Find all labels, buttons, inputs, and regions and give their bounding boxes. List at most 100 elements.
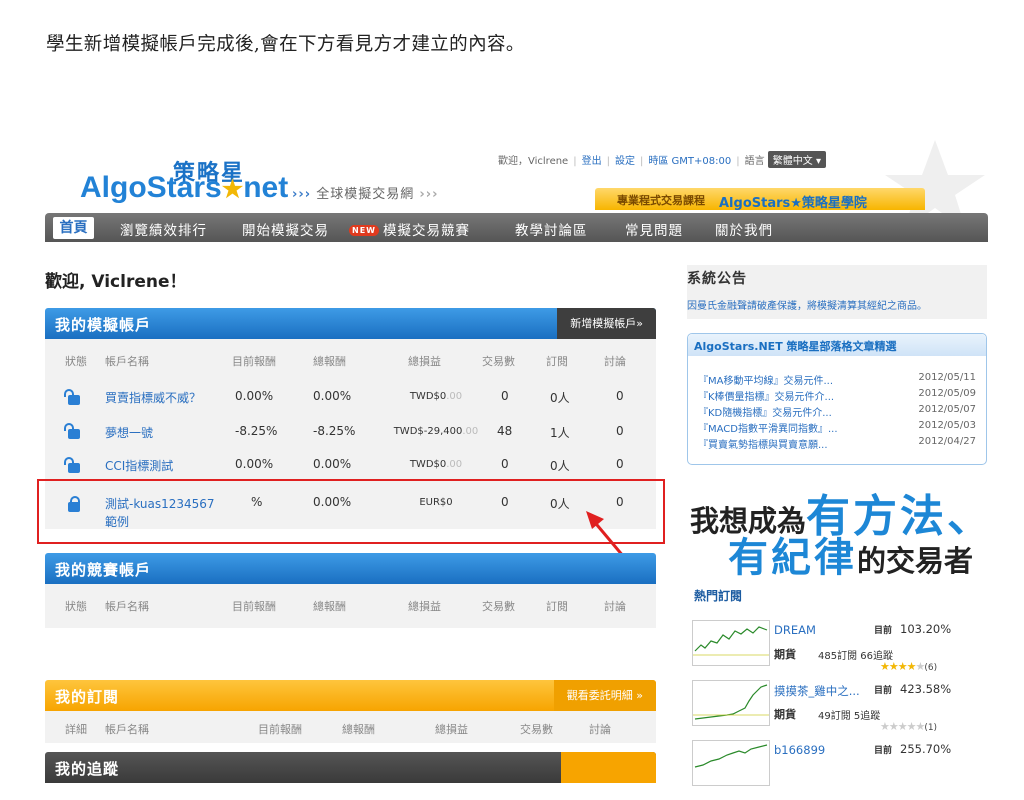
nav-start-trading[interactable]: 開始模擬交易 (242, 219, 329, 239)
nav-contest[interactable]: NEW 模擬交易競賽 (349, 219, 470, 239)
article-link[interactable]: 『MACD指數平滑異同指數』... (698, 420, 838, 435)
nav-forum[interactable]: 教學討論區 (515, 219, 588, 239)
col-status: 狀態 (65, 355, 87, 368)
language-label: 語言 (744, 156, 765, 167)
hot-item-type: 期貨 (774, 708, 796, 721)
promo-banner[interactable]: 專業程式交易課程 AlgoStars★策略星學院 (595, 188, 925, 211)
col-trades: 交易數 (482, 600, 515, 613)
col-total-pl: 總損益 (408, 600, 441, 613)
hot-item-name[interactable]: b166899 (774, 743, 825, 757)
sparkline-chart (692, 740, 770, 786)
article-link[interactable]: 『KD隨機指標』交易元件介... (698, 404, 832, 419)
add-account-button[interactable]: 新增模擬帳戶» (557, 308, 656, 339)
timezone-link[interactable]: 時區 GMT+08:00 (648, 156, 731, 167)
settings-link[interactable]: 設定 (615, 156, 635, 167)
contest-accounts-title: 我的競賽帳戶 (55, 561, 152, 579)
col-account-name: 帳戶名稱 (105, 723, 149, 736)
hot-item-subs: 49訂閱 5追蹤 (818, 711, 881, 722)
col-discussion: 討論 (589, 723, 611, 736)
subscriber-count: 0人 (550, 391, 570, 405)
language-value: 繁體中文 (772, 156, 813, 167)
hot-item-name[interactable]: 摸摸茶_雞中之... (774, 683, 860, 699)
my-accounts-header: 我的模擬帳戶 新增模擬帳戶» (45, 308, 656, 339)
site-logo[interactable]: AlgoStars★net (80, 171, 288, 205)
article-link[interactable]: 『買賣氣勢指標與買賣意願... (698, 436, 828, 451)
hot-item[interactable]: DREAM 目前 103.20% 期貨 485訂閱 66追蹤 ★★★★★(6) (692, 620, 988, 680)
sparkline-chart (692, 680, 770, 726)
caret-down-icon: ▾ (815, 156, 821, 167)
col-trades: 交易數 (520, 723, 553, 736)
main-navbar: 首頁 瀏覽績效排行 開始模擬交易 NEW 模擬交易競賽 教學討論區 常見問題 關於… (45, 213, 988, 242)
promo-brand: AlgoStars★策略星學院 (719, 196, 867, 211)
hot-subscriptions-title: 熱門訂閱 (694, 589, 743, 603)
total-pl: TWD$0.00 (400, 459, 472, 470)
star-empty-icon: ★★★★★ (880, 720, 925, 733)
rating-count: (6) (924, 663, 938, 673)
article-date: 2012/05/11 (918, 372, 976, 383)
total-pl: TWD$0.00 (400, 391, 472, 402)
notice-link[interactable]: 因曼氏金融聲請破產保護，將模擬清算其經紀之商品。 (687, 297, 927, 312)
col-trades: 交易數 (482, 355, 515, 368)
col-discussion: 討論 (604, 355, 626, 368)
language-select[interactable]: 繁體中文 ▾ (767, 151, 826, 168)
nav-home[interactable]: 首頁 (53, 217, 94, 239)
new-badge: NEW (349, 225, 379, 236)
rating-stars: ★★★★★(1) (880, 720, 937, 733)
article-date: 2012/05/07 (918, 404, 976, 415)
hot-item-now-label: 目前 (874, 626, 893, 636)
subscriptions-table: 詳細 帳戶名稱 目前報酬 總報酬 總損益 交易數 討論 (45, 711, 656, 743)
account-name-link[interactable]: 夢想一號 (105, 424, 153, 441)
col-subscriptions: 訂閱 (546, 355, 568, 368)
col-discussion: 討論 (604, 600, 626, 613)
account-name-link[interactable]: 買賣指標威不威？ (105, 389, 201, 406)
article-date: 2012/05/03 (918, 420, 976, 431)
total-return: 0.00% (313, 389, 352, 403)
hot-item-now-label: 目前 (874, 746, 893, 756)
col-total-pl: 總損益 (408, 355, 441, 368)
discussion-count: 0 (616, 424, 624, 438)
col-current-return: 目前報酬 (232, 355, 276, 368)
current-return: 0.00% (235, 457, 274, 471)
article-date: 2012/04/27 (918, 436, 976, 447)
col-total-return: 總報酬 (342, 723, 375, 736)
watchlist-title: 我的追蹤 (55, 760, 120, 778)
subscriber-count: 1人 (550, 426, 570, 440)
nav-about[interactable]: 關於我們 (715, 219, 773, 239)
nav-performance-ranking[interactable]: 瀏覽績效排行 (120, 219, 207, 239)
total-pl-decimals: .00 (462, 426, 479, 437)
site-slogan: ››› 全球模擬交易網 ››› (292, 183, 438, 202)
promo-slogan-line2[interactable]: 有紀律的交易者 (728, 525, 973, 583)
subscriber-count: 0人 (550, 459, 570, 473)
hot-item[interactable]: b166899 目前 255.70% (692, 740, 988, 800)
current-return: 0.00% (235, 389, 274, 403)
my-accounts-title: 我的模擬帳戶 (55, 316, 152, 334)
article-link[interactable]: 『MA移動平均線』交易元件... (698, 372, 833, 387)
unlocked-icon (64, 389, 80, 407)
highlight-box (37, 479, 665, 544)
col-total-pl: 總損益 (435, 723, 468, 736)
total-return: -8.25% (313, 424, 356, 438)
hot-item-name[interactable]: DREAM (774, 623, 816, 637)
current-return: -8.25% (235, 424, 278, 438)
total-pl-main: TWD$0 (409, 391, 447, 402)
total-pl-decimals: .00 (446, 459, 463, 470)
trade-count: 0 (501, 389, 509, 403)
col-current-return: 目前報酬 (258, 723, 302, 736)
total-pl-main: TWD$-29,400 (393, 426, 463, 437)
chevrons-right-icon: ››› (292, 187, 312, 202)
col-account-name: 帳戶名稱 (105, 355, 149, 368)
blog-articles-header: AlgoStars.NET 策略星部落格文章精選 (688, 334, 986, 356)
slogan-part-c: 有紀律 (728, 535, 857, 581)
view-orders-button[interactable]: 觀看委託明細 » (553, 680, 656, 711)
hot-item-type: 期貨 (774, 648, 796, 661)
contest-accounts-table: 狀態 帳戶名稱 目前報酬 總報酬 總損益 交易數 訂閱 討論 (45, 584, 656, 628)
sparkline-chart (692, 620, 770, 666)
nav-faq[interactable]: 常見問題 (625, 219, 683, 239)
article-link[interactable]: 『K棒價量指標』交易元件介... (698, 388, 834, 403)
trade-count: 0 (501, 457, 509, 471)
col-detail: 詳細 (65, 723, 87, 736)
logout-link[interactable]: 登出 (582, 156, 602, 167)
hot-item[interactable]: 摸摸茶_雞中之... 目前 423.58% 期貨 49訂閱 5追蹤 ★★★★★(… (692, 680, 988, 740)
trade-count: 48 (497, 424, 513, 438)
account-name-link[interactable]: CCI指標測試 (105, 457, 173, 474)
